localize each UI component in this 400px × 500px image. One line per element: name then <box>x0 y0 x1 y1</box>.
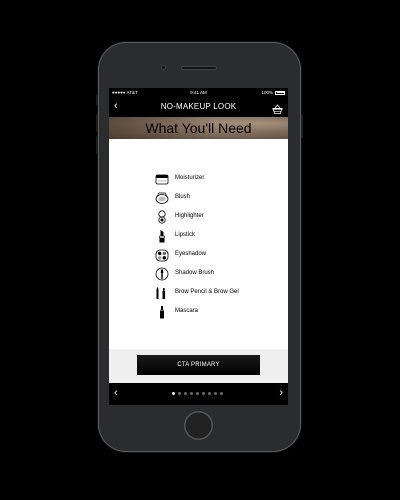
list-item: Mascara <box>155 305 275 319</box>
brush-icon <box>155 267 169 281</box>
mascara-icon <box>155 305 167 319</box>
page-dot[interactable] <box>172 392 175 395</box>
status-bar: ●●●●● AT&T 9:41 AM 100% <box>109 88 288 97</box>
cta-primary-button[interactable]: CTA PRIMARY <box>137 355 260 375</box>
list-item: Highlighter <box>155 210 275 224</box>
blush-icon <box>155 191 169 205</box>
page-dot[interactable] <box>214 392 217 395</box>
list-item: Lipstick <box>155 229 275 243</box>
highlighter-icon <box>155 210 167 224</box>
volume-down-button <box>96 136 98 154</box>
page-dot[interactable] <box>190 392 193 395</box>
list-item: Moisturizer <box>155 172 275 186</box>
battery-indicator: 100% <box>261 88 285 97</box>
nav-bar: ‹ NO-MAKEUP LOOK <box>109 97 288 117</box>
home-button[interactable] <box>184 411 213 440</box>
battery-percent: 100% <box>261 90 273 95</box>
list-item: Shadow Brush <box>155 267 275 281</box>
eyeshadow-icon <box>155 248 169 262</box>
list-item: Brow Pencil & Brow Gel <box>155 286 275 300</box>
hero-title: What You'll Need <box>145 120 252 136</box>
page-indicator <box>172 392 223 395</box>
hero-banner: What You'll Need <box>109 117 288 139</box>
moisturizer-icon <box>155 172 169 186</box>
item-label: Shadow Brush <box>175 270 215 276</box>
list-item: Blush <box>155 191 275 205</box>
earpiece-speaker <box>181 66 217 70</box>
page-dot[interactable] <box>196 392 199 395</box>
volume-up-button <box>96 114 98 132</box>
app-screen: ●●●●● AT&T 9:41 AM 100% ‹ NO-MAKEUP LOOK… <box>109 88 288 405</box>
page-dot[interactable] <box>220 392 223 395</box>
item-label: Highlighter <box>175 213 204 219</box>
power-button <box>301 114 303 138</box>
lipstick-icon <box>155 229 167 243</box>
brow-pencil-icon <box>155 286 167 300</box>
mute-switch <box>96 95 98 105</box>
page-dot[interactable] <box>178 392 181 395</box>
item-label: Lipstick <box>175 232 196 238</box>
list-item: Eyeshadow <box>155 248 275 262</box>
pager-bar: ‹ › <box>109 383 288 405</box>
prev-chevron-icon[interactable]: ‹ <box>114 386 118 400</box>
front-camera <box>161 65 166 70</box>
item-label: Eyeshadow <box>175 251 207 257</box>
item-label: Blush <box>175 194 191 200</box>
item-label: Mascara <box>175 308 199 314</box>
page-title: NO-MAKEUP LOOK <box>160 102 237 111</box>
item-label: Moisturizer <box>175 175 205 181</box>
page-dot[interactable] <box>202 392 205 395</box>
page-dot[interactable] <box>208 392 211 395</box>
battery-icon <box>275 90 285 95</box>
cta-footer: CTA PRIMARY <box>109 349 288 383</box>
item-label: Brow Pencil & Brow Gel <box>175 289 239 295</box>
next-chevron-icon[interactable]: › <box>279 386 283 400</box>
page-dot[interactable] <box>184 392 187 395</box>
